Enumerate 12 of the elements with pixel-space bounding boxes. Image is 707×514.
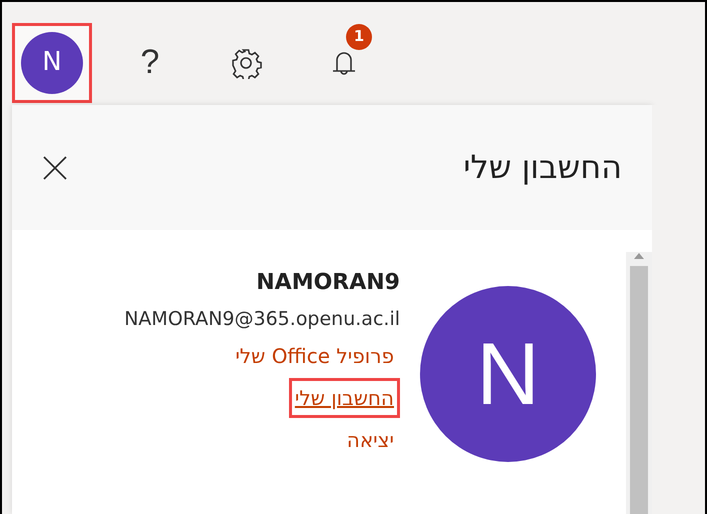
account-link[interactable]: פרופיל Office שלי — [229, 336, 400, 376]
user-email: NAMORAN9@365.openu.ac.il — [124, 307, 400, 332]
user-name: NAMORAN9 — [256, 269, 400, 297]
account-link[interactable]: החשבון שלי — [288, 378, 400, 418]
scrollbar[interactable] — [626, 252, 652, 514]
avatar-icon: N — [420, 286, 596, 462]
notification-count: 1 — [346, 24, 372, 50]
close-icon[interactable] — [42, 154, 68, 180]
panel-title: החשבון שלי — [463, 148, 622, 187]
account-button[interactable]: N — [12, 22, 92, 102]
help-button[interactable]: ? — [122, 34, 178, 90]
account-link[interactable]: יציאה — [340, 420, 400, 460]
